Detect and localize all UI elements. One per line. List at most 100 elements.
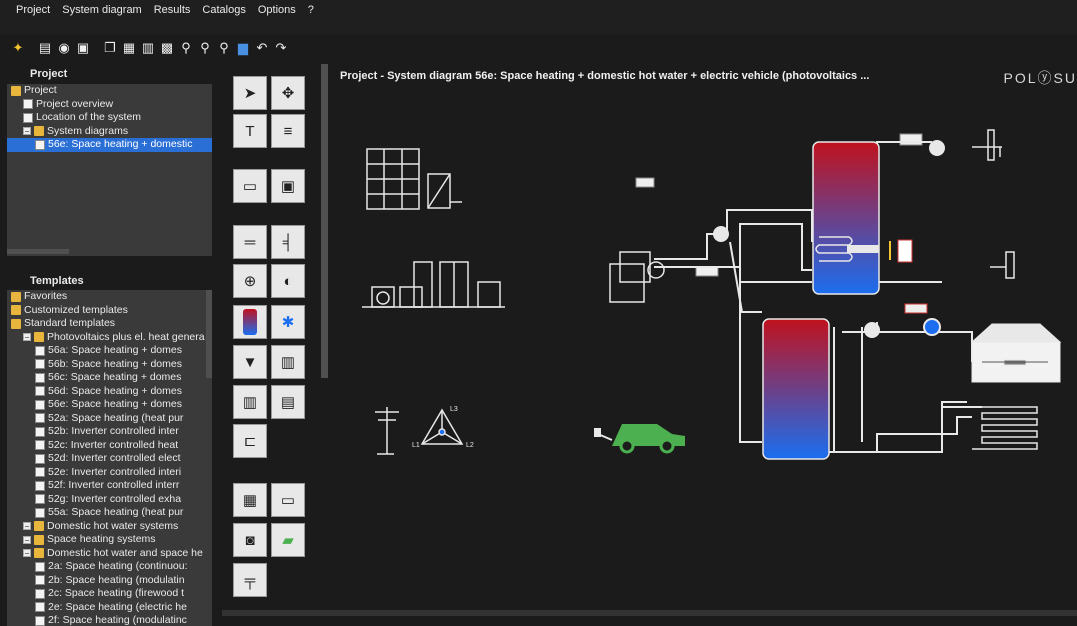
pump-button[interactable]: ◐ — [271, 264, 305, 298]
zoom-in-icon[interactable]: ⚲ — [197, 40, 213, 56]
new-icon[interactable]: ▤ — [37, 40, 53, 56]
household-appliances-icon[interactable] — [362, 261, 505, 308]
select-tool-button[interactable]: ➤ — [233, 76, 267, 110]
template-tree-item[interactable]: 2f: Space heating (modulatinc — [7, 614, 212, 626]
template-tree-item[interactable]: 56a: Space heating + domes — [7, 344, 212, 358]
project-tree-item[interactable]: Project — [7, 84, 212, 98]
expand-toggle-icon[interactable]: − — [23, 127, 31, 136]
templates-tree-scrollbar[interactable] — [206, 290, 212, 378]
template-tree-item[interactable]: 2b: Space heating (modulatin — [7, 574, 212, 588]
template-tree-item[interactable]: − Domestic hot water and space he — [7, 547, 212, 561]
paste-icon[interactable]: ▦ — [121, 40, 137, 56]
controller-icon[interactable] — [899, 133, 923, 146]
template-tree-item[interactable]: − Domestic hot water systems — [7, 520, 212, 534]
save-as-icon[interactable]: ▩ — [159, 40, 175, 56]
copy-icon[interactable]: ❐ — [102, 40, 118, 56]
zoom-icon[interactable]: ⚲ — [178, 40, 194, 56]
controller-icon[interactable] — [635, 177, 655, 188]
mixing-valve-icon[interactable] — [929, 140, 945, 156]
template-tree-item[interactable]: 56d: Space heating + domes — [7, 385, 212, 399]
template-tree-item[interactable]: Standard templates — [7, 317, 212, 331]
project-tree-scrollbar[interactable] — [7, 249, 69, 254]
template-tree-item[interactable]: 56b: Space heating + domes — [7, 358, 212, 372]
template-tree-item[interactable]: 52e: Inverter controlled interi — [7, 466, 212, 480]
menu-help[interactable]: ? — [302, 4, 320, 16]
inverter-icon[interactable] — [427, 173, 462, 209]
zoom-out-icon[interactable]: ⚲ — [216, 40, 232, 56]
template-tree-item[interactable]: 52g: Inverter controlled exha — [7, 493, 212, 507]
template-tree-item[interactable]: 52a: Space heating (heat pur — [7, 412, 212, 426]
pv-array-icon[interactable] — [366, 148, 420, 210]
display-button[interactable]: ▣ — [271, 169, 305, 203]
heat-exchanger-button[interactable]: ✱ — [271, 305, 305, 339]
radiator-button[interactable]: ▥ — [233, 385, 267, 419]
template-tree-item[interactable]: Favorites — [7, 290, 212, 304]
washing-machine-button[interactable]: ◙ — [233, 523, 267, 557]
wizard-icon[interactable]: ✦ — [10, 40, 26, 56]
pipe-button[interactable]: ═ — [233, 225, 267, 259]
redo-icon[interactable]: ↷ — [273, 40, 289, 56]
template-tree-item[interactable]: 2a: Space heating (continuou: — [7, 560, 212, 574]
undo-icon[interactable]: ↶ — [254, 40, 270, 56]
template-tree-item[interactable]: − Space heating systems — [7, 533, 212, 547]
outlet-button[interactable]: ⊏ — [233, 424, 267, 458]
template-tree-item[interactable]: 2c: Space heating (firewood t — [7, 587, 212, 601]
expand-toggle-icon[interactable]: − — [23, 549, 31, 558]
palette-scrollbar[interactable] — [321, 64, 328, 378]
system-diagram-canvas[interactable]: Project - System diagram 56e: Space heat… — [222, 62, 1077, 616]
space-heating-storage-tank[interactable] — [762, 318, 830, 460]
pipe-connector-button[interactable]: ╡ — [271, 225, 305, 259]
template-tree-item[interactable]: Customized templates — [7, 304, 212, 318]
controller-icon[interactable] — [695, 266, 719, 277]
delete-icon[interactable]: ▥ — [140, 40, 156, 56]
template-tree-item[interactable]: 2e: Space heating (electric he — [7, 601, 212, 615]
mixing-valve-icon[interactable] — [864, 322, 880, 338]
pump-icon[interactable] — [923, 318, 941, 336]
hot-water-tap-icon[interactable] — [972, 129, 1002, 161]
power-grid-button[interactable]: ╤ — [233, 563, 267, 597]
three-way-valve-icon[interactable] — [713, 226, 729, 242]
heat-pump-button[interactable]: ▤ — [271, 385, 305, 419]
menu-catalogs[interactable]: Catalogs — [196, 4, 251, 16]
template-tree-item[interactable]: 52c: Inverter controlled heat — [7, 439, 212, 453]
floor-heating-icon[interactable] — [972, 406, 1038, 450]
three-phase-icon[interactable] — [420, 408, 464, 445]
template-tree-item[interactable]: 52f: Inverter controlled interr — [7, 479, 212, 493]
expand-toggle-icon[interactable]: − — [23, 333, 31, 342]
move-tool-button[interactable]: ✥ — [271, 76, 305, 110]
expand-toggle-icon[interactable]: − — [23, 522, 31, 531]
electric-vehicle-icon[interactable] — [594, 424, 685, 454]
template-tree-item[interactable]: 56e: Space heating + domes — [7, 398, 212, 412]
menu-project[interactable]: Project — [10, 4, 56, 16]
template-tree-item[interactable]: 56c: Space heating + domes — [7, 371, 212, 385]
valve-button[interactable]: ⊕ — [233, 264, 267, 298]
battery-button[interactable]: ▭ — [271, 483, 305, 517]
electric-heater-icon[interactable] — [889, 239, 913, 263]
cold-water-inlet-icon[interactable] — [990, 251, 1015, 279]
project-tree-item[interactable]: Project overview — [7, 98, 212, 112]
pv-module-button[interactable]: ▦ — [233, 483, 267, 517]
project-tree-item[interactable]: 56e: Space heating + domestic — [7, 138, 212, 152]
power-grid-icon[interactable] — [375, 407, 399, 455]
template-tree-item[interactable]: 55a: Space heating (heat pur — [7, 506, 212, 520]
canvas-horizontal-scrollbar[interactable] — [222, 610, 1077, 616]
building-icon[interactable] — [970, 323, 1062, 383]
controller-icon[interactable] — [904, 303, 928, 314]
menu-results[interactable]: Results — [148, 4, 197, 16]
controller-button[interactable]: ▭ — [233, 169, 267, 203]
menu-options[interactable]: Options — [252, 4, 302, 16]
expand-toggle-icon[interactable]: − — [23, 535, 31, 544]
storage-tank-button[interactable] — [233, 305, 267, 339]
project-tree-item[interactable]: − System diagrams — [7, 125, 212, 139]
text-tool-button[interactable]: T — [233, 114, 267, 148]
project-tree-item[interactable]: Location of the system — [7, 111, 212, 125]
dhw-storage-tank[interactable] — [812, 141, 880, 295]
electric-car-button[interactable]: ▰ — [271, 523, 305, 557]
template-tree-item[interactable]: 52d: Inverter controlled elect — [7, 452, 212, 466]
save-icon[interactable]: ▣ — [75, 40, 91, 56]
open-icon[interactable]: ◉ — [56, 40, 72, 56]
menu-system-diagram[interactable]: System diagram — [56, 4, 147, 16]
chart-icon[interactable]: ▆ — [235, 40, 251, 56]
boiler-button[interactable]: ▥ — [271, 345, 305, 379]
template-tree-item[interactable]: 52b: Inverter controlled inter — [7, 425, 212, 439]
